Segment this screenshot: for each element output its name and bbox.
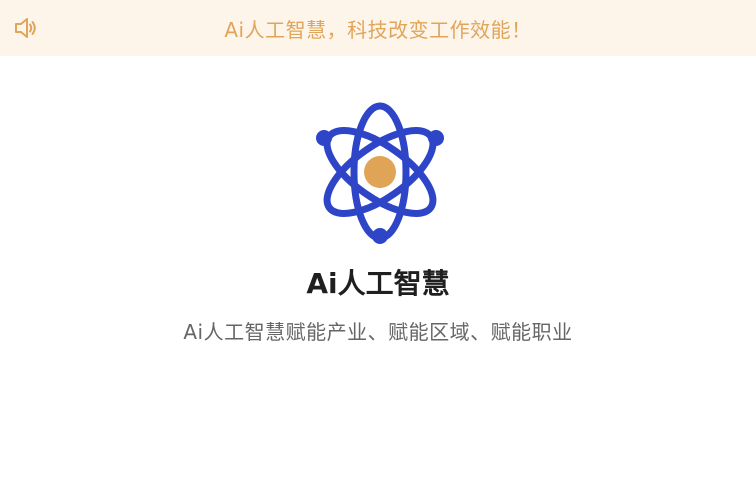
atom-logo-icon [316, 102, 444, 244]
notice-bar: Ai人工智慧，科技改变工作效能！ [0, 0, 756, 56]
page: Ai人工智慧，科技改变工作效能！ Ai人工智慧 Ai人工智慧赋能产业、赋能区域、… [0, 0, 756, 490]
speaker-icon[interactable] [12, 14, 40, 42]
page-subtitle: Ai人工智慧赋能产业、赋能区域、赋能职业 [183, 320, 573, 344]
page-title: Ai人工智慧 [306, 267, 450, 300]
notice-text: Ai人工智慧，科技改变工作效能！ [224, 17, 532, 42]
